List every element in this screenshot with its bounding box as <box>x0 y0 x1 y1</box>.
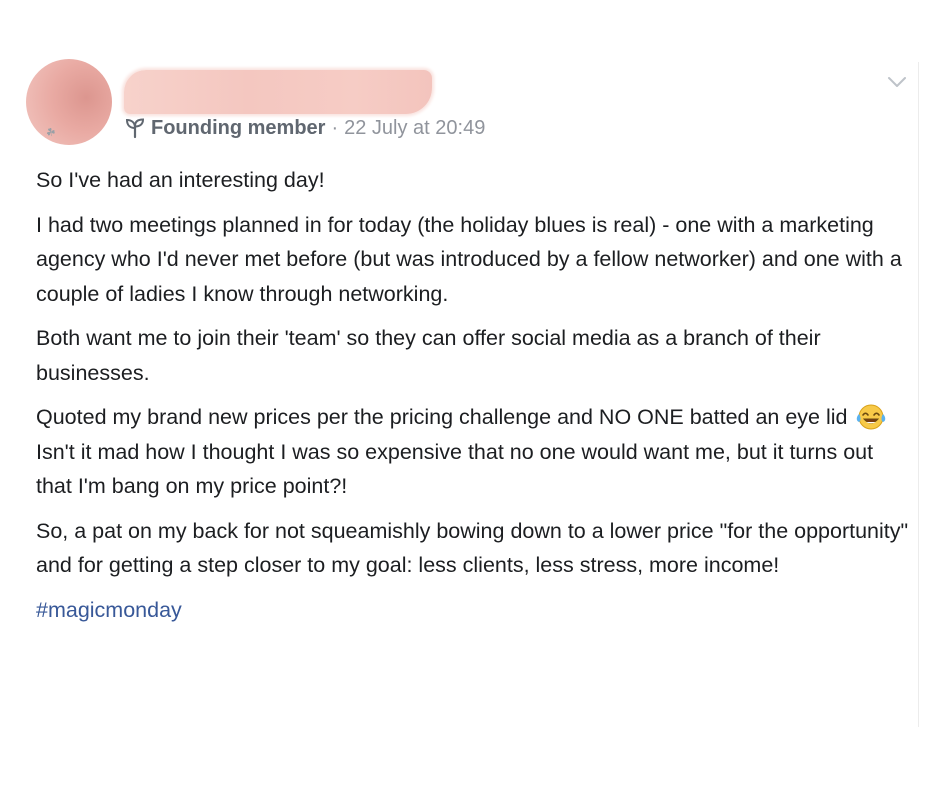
post-timestamp[interactable]: 22 July at 20:49 <box>344 117 485 140</box>
sprout-icon <box>125 118 145 139</box>
author-name-redacted <box>124 70 432 114</box>
post-paragraph: Both want me to join their 'team' so the… <box>36 326 821 385</box>
chevron-down-icon[interactable] <box>885 72 909 92</box>
facebook-post: ☘ Founding member · 22 July at 20:49 So … <box>0 0 940 788</box>
post-card-border <box>918 62 919 727</box>
avatar[interactable] <box>26 59 112 145</box>
hashtag-link[interactable]: #magicmonday <box>36 598 182 622</box>
pricing-text-before: Quoted my brand new prices per the prici… <box>36 405 848 429</box>
hashtag-line: #magicmonday <box>36 593 911 628</box>
post-body: So I've had an interesting day! I had tw… <box>36 163 911 637</box>
post-paragraph-pricing: Quoted my brand new prices per the prici… <box>36 400 911 504</box>
post-paragraph: So I've had an interesting day! <box>36 168 325 192</box>
pricing-text-after: Isn't it mad how I thought I was so expe… <box>36 439 874 499</box>
meta-separator: · <box>331 116 339 139</box>
founding-member-badge[interactable]: Founding member <box>151 117 325 140</box>
crying-laughing-emoji-icon <box>857 404 886 430</box>
post-paragraph: So, a pat on my back for not squeamishly… <box>36 518 909 578</box>
post-meta: Founding member · 22 July at 20:49 <box>124 115 485 141</box>
post-paragraph: I had two meetings planned in for today … <box>36 212 902 306</box>
